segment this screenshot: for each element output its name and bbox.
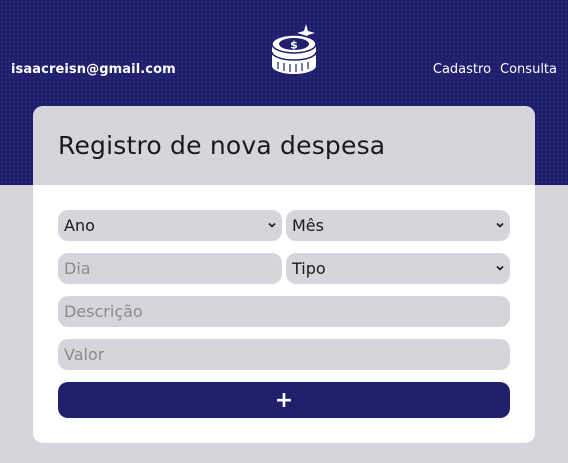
coin-stack-dollar-icon: $ (271, 24, 317, 74)
form-row-value: Valor (58, 339, 510, 370)
nav-link-cadastro[interactable]: Cadastro (433, 62, 491, 77)
form-row-date: Ano Mês (58, 210, 510, 241)
ano-select-value: Ano (64, 216, 95, 235)
mes-select[interactable]: Mês (286, 210, 510, 241)
nav-link-consulta[interactable]: Consulta (500, 62, 557, 77)
form-row-description: Descrição (58, 296, 510, 327)
dia-input[interactable]: Dia (58, 253, 282, 284)
descricao-input[interactable]: Descrição (58, 296, 510, 327)
mes-select-value: Mês (292, 216, 324, 235)
descricao-input-placeholder: Descrição (64, 302, 143, 321)
ano-select[interactable]: Ano (58, 210, 282, 241)
add-expense-button[interactable]: + (58, 382, 510, 418)
page-title: Registro de nova despesa (58, 131, 386, 160)
user-email: isaacreisn@gmail.com (11, 62, 176, 77)
valor-input-placeholder: Valor (64, 345, 105, 364)
chevron-down-icon (496, 222, 504, 228)
plus-icon: + (274, 387, 294, 413)
valor-input[interactable]: Valor (58, 339, 510, 370)
top-nav: Cadastro Consulta (433, 62, 557, 77)
dia-input-placeholder: Dia (64, 259, 91, 278)
chevron-down-icon (496, 265, 504, 271)
tipo-select[interactable]: Tipo (286, 253, 510, 284)
form-row-day-type: Dia Tipo (58, 253, 510, 284)
svg-text:$: $ (290, 39, 298, 52)
tipo-select-value: Tipo (292, 259, 326, 278)
chevron-down-icon (268, 222, 276, 228)
expense-form: Ano Mês Dia Tipo Descrição Valor + (58, 210, 510, 418)
card-header: Registro de nova despesa (33, 106, 535, 185)
